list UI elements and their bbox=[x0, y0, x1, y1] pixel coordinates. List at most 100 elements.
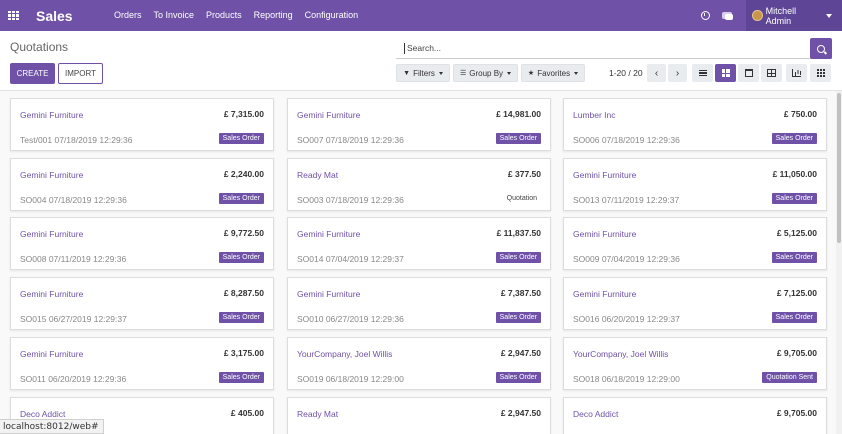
card-customer: Gemini Furniture bbox=[573, 170, 637, 180]
graph-view-button[interactable] bbox=[786, 64, 807, 82]
card-amount: £ 7,125.00 bbox=[776, 288, 817, 298]
menu-item-reporting[interactable]: Reporting bbox=[248, 0, 299, 31]
pager-previous-button[interactable]: ‹ bbox=[647, 64, 666, 82]
card-amount: £ 2,240.00 bbox=[223, 169, 264, 179]
card-reference: Test/001 07/18/2019 12:29:36 bbox=[20, 135, 133, 145]
card-amount: £ 9,705.00 bbox=[776, 408, 817, 418]
kanban-card[interactable]: Gemini Furniture £ 7,387.50 SO010 06/27/… bbox=[287, 277, 551, 330]
chevron-down-icon bbox=[507, 71, 512, 75]
apps-menu-button[interactable] bbox=[0, 0, 26, 31]
search-icon bbox=[817, 44, 825, 53]
kanban-card[interactable]: YourCompany, Joel Willis £ 2,947.50 SO01… bbox=[287, 337, 551, 390]
chevron-down-icon bbox=[438, 71, 443, 75]
card-reference: SO004 07/18/2019 12:29:36 bbox=[20, 195, 127, 205]
kanban-card[interactable]: Ready Mat £ 377.50 SO003 07/18/2019 12:2… bbox=[287, 158, 551, 211]
card-amount: £ 8,287.50 bbox=[223, 288, 264, 298]
avatar bbox=[752, 10, 763, 21]
card-amount: £ 2,947.50 bbox=[500, 348, 541, 358]
card-customer: YourCompany, Joel Willis bbox=[573, 349, 669, 359]
kanban-card[interactable]: Gemini Furniture £ 8,287.50 SO015 06/27/… bbox=[10, 277, 274, 330]
status-badge: Sales Order bbox=[218, 312, 264, 323]
card-reference: SO011 06/20/2019 12:29:36 bbox=[20, 374, 127, 384]
star-icon: ★ bbox=[527, 70, 535, 77]
kanban-card[interactable]: Lumber Inc £ 750.00 SO006 07/18/2019 12:… bbox=[563, 98, 827, 151]
menu-item-to-invoice[interactable]: To Invoice bbox=[148, 0, 201, 31]
list-icon bbox=[698, 70, 707, 76]
card-customer: Gemini Furniture bbox=[20, 349, 84, 359]
kanban-card[interactable]: Gemini Furniture £ 9,772.50 SO008 07/11/… bbox=[10, 217, 274, 270]
status-badge: Sales Order bbox=[771, 312, 817, 323]
pager-next-button[interactable]: › bbox=[668, 64, 687, 82]
kanban-card[interactable]: Gemini Furniture £ 2,240.00 SO004 07/18/… bbox=[10, 158, 274, 211]
pivot-view-button[interactable] bbox=[761, 64, 782, 82]
chevron-left-icon: ‹ bbox=[654, 67, 659, 79]
kanban-view-button[interactable] bbox=[715, 64, 736, 82]
status-badge: Sales Order bbox=[495, 133, 541, 144]
card-amount: £ 11,837.50 bbox=[496, 228, 541, 238]
kanban-card[interactable]: Gemini Furniture £ 7,125.00 SO016 06/20/… bbox=[563, 277, 827, 330]
card-customer: Gemini Furniture bbox=[297, 289, 361, 299]
favorites-label: Favorites bbox=[537, 68, 571, 78]
menu-item-configuration[interactable]: Configuration bbox=[299, 0, 365, 31]
activity-view-button[interactable] bbox=[810, 64, 831, 82]
kanban-card[interactable]: Gemini Furniture £ 7,315.00 Test/001 07/… bbox=[10, 98, 274, 151]
card-customer: Gemini Furniture bbox=[573, 289, 637, 299]
grid-icon bbox=[816, 69, 825, 77]
pager-value[interactable]: 1-20 / 20 bbox=[609, 68, 643, 78]
group-by-label: Group By bbox=[469, 68, 504, 78]
kanban-card[interactable]: Deco Addict £ 9,705.00 bbox=[563, 397, 827, 434]
card-customer: Gemini Furniture bbox=[573, 229, 637, 239]
card-customer: Gemini Furniture bbox=[297, 110, 361, 120]
scrollbar[interactable] bbox=[836, 91, 842, 434]
kanban-card[interactable]: Gemini Furniture £ 14,981.00 SO007 07/18… bbox=[287, 98, 551, 151]
browser-status-url: localhost:8012/web# bbox=[0, 419, 104, 434]
kanban-card[interactable]: Gemini Furniture £ 11,837.50 SO014 07/04… bbox=[287, 217, 551, 270]
card-amount: £ 377.50 bbox=[507, 169, 541, 179]
status-badge: Sales Order bbox=[495, 252, 541, 263]
search-button[interactable] bbox=[810, 38, 832, 59]
card-customer: Deco Addict bbox=[20, 409, 66, 419]
bar-chart-icon bbox=[792, 69, 801, 77]
card-customer: YourCompany, Joel Willis bbox=[297, 349, 393, 359]
search-input[interactable] bbox=[407, 43, 797, 53]
favorites-dropdown[interactable]: ★ Favorites bbox=[521, 64, 585, 82]
group-by-dropdown[interactable]: ☰ Group By bbox=[453, 64, 518, 82]
control-panel: Quotations CREATE IMPORT ▼ Filters ☰ Gro… bbox=[0, 31, 842, 91]
card-amount: £ 3,175.00 bbox=[223, 348, 264, 358]
card-amount: £ 2,947.50 bbox=[500, 408, 541, 418]
app-brand[interactable]: Sales bbox=[36, 8, 108, 24]
activity-button[interactable] bbox=[694, 0, 716, 31]
main-menu: Orders To Invoice Products Reporting Con… bbox=[108, 0, 364, 31]
kanban-card[interactable]: Gemini Furniture £ 3,175.00 SO011 06/20/… bbox=[10, 337, 274, 390]
status-badge: Sales Order bbox=[771, 193, 817, 204]
status-badge: Sales Order bbox=[495, 312, 541, 323]
card-reference: SO013 07/11/2019 12:29:37 bbox=[573, 195, 680, 205]
menu-item-orders[interactable]: Orders bbox=[108, 0, 148, 31]
card-reference: SO015 06/27/2019 12:29:37 bbox=[20, 314, 127, 324]
card-customer: Gemini Furniture bbox=[20, 110, 84, 120]
scrollbar-thumb[interactable] bbox=[837, 93, 841, 243]
top-navbar: Sales Orders To Invoice Products Reporti… bbox=[0, 0, 842, 31]
kanban-card[interactable]: YourCompany, Joel Willis £ 9,705.00 SO01… bbox=[563, 337, 827, 390]
list-view-button[interactable] bbox=[692, 64, 713, 82]
kanban-card[interactable]: Ready Mat £ 2,947.50 bbox=[287, 397, 551, 434]
card-customer: Gemini Furniture bbox=[20, 289, 84, 299]
import-button[interactable]: IMPORT bbox=[58, 63, 103, 84]
card-customer: Gemini Furniture bbox=[20, 170, 84, 180]
user-menu[interactable]: Mitchell Admin bbox=[746, 0, 842, 31]
card-amount: £ 9,705.00 bbox=[776, 348, 817, 358]
filters-dropdown[interactable]: ▼ Filters bbox=[396, 64, 450, 82]
kanban-card[interactable]: Gemini Furniture £ 5,125.00 SO009 07/04/… bbox=[563, 217, 827, 270]
discuss-button[interactable] bbox=[716, 0, 738, 31]
kanban-card[interactable]: Gemini Furniture £ 11,050.00 SO013 07/11… bbox=[563, 158, 827, 211]
user-name: Mitchell Admin bbox=[765, 5, 797, 26]
status-badge: Sales Order bbox=[218, 372, 264, 383]
menu-item-products[interactable]: Products bbox=[200, 0, 248, 31]
calendar-view-button[interactable] bbox=[738, 64, 759, 82]
apps-grid-icon bbox=[7, 10, 19, 21]
create-button[interactable]: CREATE bbox=[10, 63, 55, 84]
card-customer: Ready Mat bbox=[297, 409, 339, 419]
card-amount: £ 11,050.00 bbox=[772, 169, 817, 179]
card-reference: SO003 07/18/2019 12:29:36 bbox=[297, 195, 404, 205]
navbar-systray: Mitchell Admin bbox=[694, 0, 842, 31]
